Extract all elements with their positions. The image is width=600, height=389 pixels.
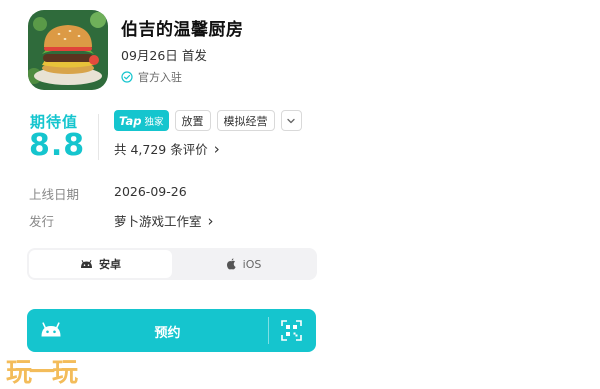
tab-ios[interactable]: iOS [172, 250, 315, 278]
verified-check-icon [121, 71, 133, 83]
tag-simulation[interactable]: 模拟经营 [216, 110, 275, 131]
game-title: 伯吉的温馨厨房 [121, 20, 244, 40]
reviews-link[interactable]: 共 4,729 条评价 › [114, 139, 220, 158]
publisher-link[interactable]: 萝卜游戏工作室 › [114, 211, 214, 230]
tag-idle[interactable]: 放置 [174, 110, 211, 131]
exclusive-label: 独家 [144, 116, 164, 128]
tag-row: Tap 独家 放置 模拟经营 [114, 110, 302, 131]
cta-divider [268, 317, 269, 344]
chevron-right-icon: › [213, 139, 220, 158]
android-icon [81, 259, 92, 268]
official-badge: 官方入驻 [121, 69, 182, 85]
qr-scan-icon[interactable] [281, 320, 302, 341]
rating-value: 8.8 [29, 128, 86, 163]
site-watermark: 玩一玩 [6, 358, 78, 388]
tab-android-label: 安卓 [99, 258, 121, 271]
chevron-right-icon: › [207, 211, 214, 230]
tap-logo: Tap [119, 113, 142, 128]
tap-exclusive-badge[interactable]: Tap 独家 [114, 110, 169, 131]
release-date: 09月26日 [121, 48, 178, 63]
rating-divider [98, 114, 99, 160]
publisher-name: 萝卜游戏工作室 [114, 214, 202, 229]
chevron-down-icon [287, 118, 295, 123]
tab-ios-label: iOS [242, 257, 262, 271]
launch-date-label: 上线日期 [29, 187, 80, 202]
reserve-button[interactable]: 预约 [27, 309, 316, 352]
reviews-count: 共 4,729 条评价 [114, 142, 208, 157]
tags-more-button[interactable] [280, 110, 302, 131]
apple-icon [226, 258, 236, 270]
official-label: 官方入驻 [138, 71, 182, 84]
reserve-label: 预约 [154, 326, 181, 341]
publisher-label: 发行 [29, 214, 55, 229]
release-tag: 首发 [181, 48, 207, 63]
launch-date-value: 2026-09-26 [114, 184, 187, 199]
game-app-icon [28, 10, 108, 90]
release-info: 09月26日 首发 [121, 45, 207, 64]
tab-android[interactable]: 安卓 [29, 250, 172, 278]
platform-switcher: 安卓 iOS [27, 248, 317, 280]
